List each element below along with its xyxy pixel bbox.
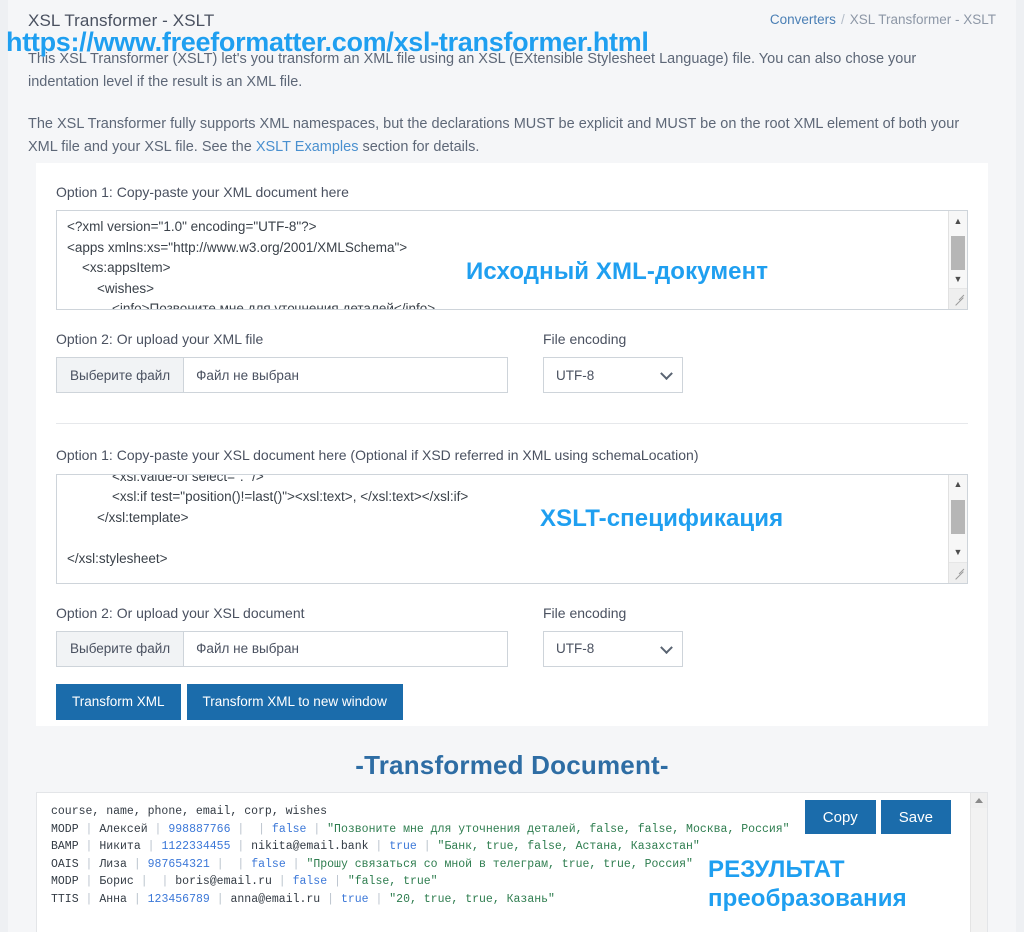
scrollbar-track[interactable] [949,493,967,543]
transform-xml-button[interactable]: Transform XML [56,683,181,720]
page-root: XSL Transformer - XSLT Converters / XSL Tr… [0,0,1024,932]
xml-textarea-scrollbar[interactable]: ▲ ▼ [948,211,967,310]
scroll-up-icon[interactable]: ▲ [949,211,967,231]
breadcrumb: Converters / XSL Transformer - XSLT [770,10,996,30]
copy-button[interactable]: Copy [804,800,876,834]
scroll-down-icon[interactable]: ▼ [949,269,967,289]
annotation-result: РЕЗУЛЬТАТ преобразования [708,855,958,914]
resize-grip-icon[interactable] [949,288,967,310]
intro-paragraph-2: The XSL Transformer fully supports XML n… [28,113,988,160]
xsl-textarea[interactable]: <xsl:value-of select=". "/> <xsl:if test… [56,473,968,584]
xsl-textarea-content: <xsl:value-of select=". "/> <xsl:if test… [67,473,469,566]
section-divider [56,423,968,425]
xsl-file-status: Файл не выбран [196,641,299,657]
xml-option1-label: Option 1: Copy-paste your XML document h… [56,184,349,200]
scroll-down-icon[interactable]: ▼ [949,542,967,562]
xml-option2-label: Option 2: Or upload your XML file [56,331,264,348]
scrollbar-thumb[interactable] [951,499,965,534]
intro-p2-after: section for details. [358,139,480,156]
annotation-xml-source: Исходный XML-документ [466,258,769,285]
xslt-examples-link[interactable]: XSLT Examples [256,139,359,155]
xml-file-input[interactable]: Выберите файл Файл не выбран [56,357,508,394]
xsl-choose-file-button[interactable]: Выберите файл [57,631,185,666]
save-button[interactable]: Save [880,800,951,834]
annotation-url: https://www.freeformatter.com/xsl-transf… [6,27,649,57]
transformer-form-card: Option 1: Copy-paste your XML document h… [36,163,988,726]
annotation-result-line2: преобразования [708,885,907,913]
scroll-up-icon[interactable] [971,793,987,808]
transformed-document-title: -Transformed Document- [355,750,669,780]
annotation-xslt-spec: XSLT-спецификация [540,505,784,532]
intro-text: This XSL Transformer (XSLT) let's you tr… [28,48,988,178]
xsl-encoding-select[interactable]: UTF-8 [543,630,683,667]
content-column: XSL Transformer - XSLT Converters / XSL Tr… [8,0,1016,932]
intro-p2-before: The XSL Transformer fully supports XML n… [28,115,960,156]
xsl-encoding-label: File encoding [543,604,627,621]
xml-encoding-value: UTF-8 [556,367,595,383]
breadcrumb-separator: / [840,12,845,27]
scrollbar-track[interactable] [949,230,967,271]
scroll-up-icon[interactable]: ▲ [949,474,967,494]
xml-encoding-label: File encoding [543,331,627,348]
xsl-option2-label: Option 2: Or upload your XSL document [56,604,305,621]
xsl-textarea-scrollbar[interactable]: ▲ ▼ [948,474,967,583]
breadcrumb-link-converters[interactable]: Converters [770,12,836,27]
breadcrumb-current: XSL Transformer - XSLT [849,12,996,27]
result-scrollbar[interactable] [970,793,987,932]
transform-xml-new-window-button[interactable]: Transform XML to new window [186,683,403,720]
xsl-option1-label: Option 1: Copy-paste your XSL document h… [56,447,699,464]
xml-encoding-select[interactable]: UTF-8 [543,357,683,394]
resize-grip-icon[interactable] [949,561,967,583]
xsl-encoding-value: UTF-8 [556,641,595,657]
annotation-result-line1: РЕЗУЛЬТАТ [708,856,845,883]
chevron-down-icon [660,367,673,381]
xsl-file-input[interactable]: Выберите файл Файл не выбран [56,630,508,667]
xsl-textarea-wrapper: <xsl:value-of select=". "/> <xsl:if test… [56,473,968,584]
scrollbar-thumb[interactable] [951,236,965,271]
xml-upload-row: Option 2: Or upload your XML file Выбери… [56,330,968,394]
result-action-buttons: Copy Save [804,800,951,834]
xsl-upload-row: Option 2: Or upload your XSL document Вы… [56,604,968,667]
chevron-down-icon [660,641,673,654]
xml-file-status: Файл не выбран [196,367,299,383]
action-button-row: Transform XML Transform XML to new windo… [56,683,968,720]
xml-choose-file-button[interactable]: Выберите файл [57,358,185,393]
